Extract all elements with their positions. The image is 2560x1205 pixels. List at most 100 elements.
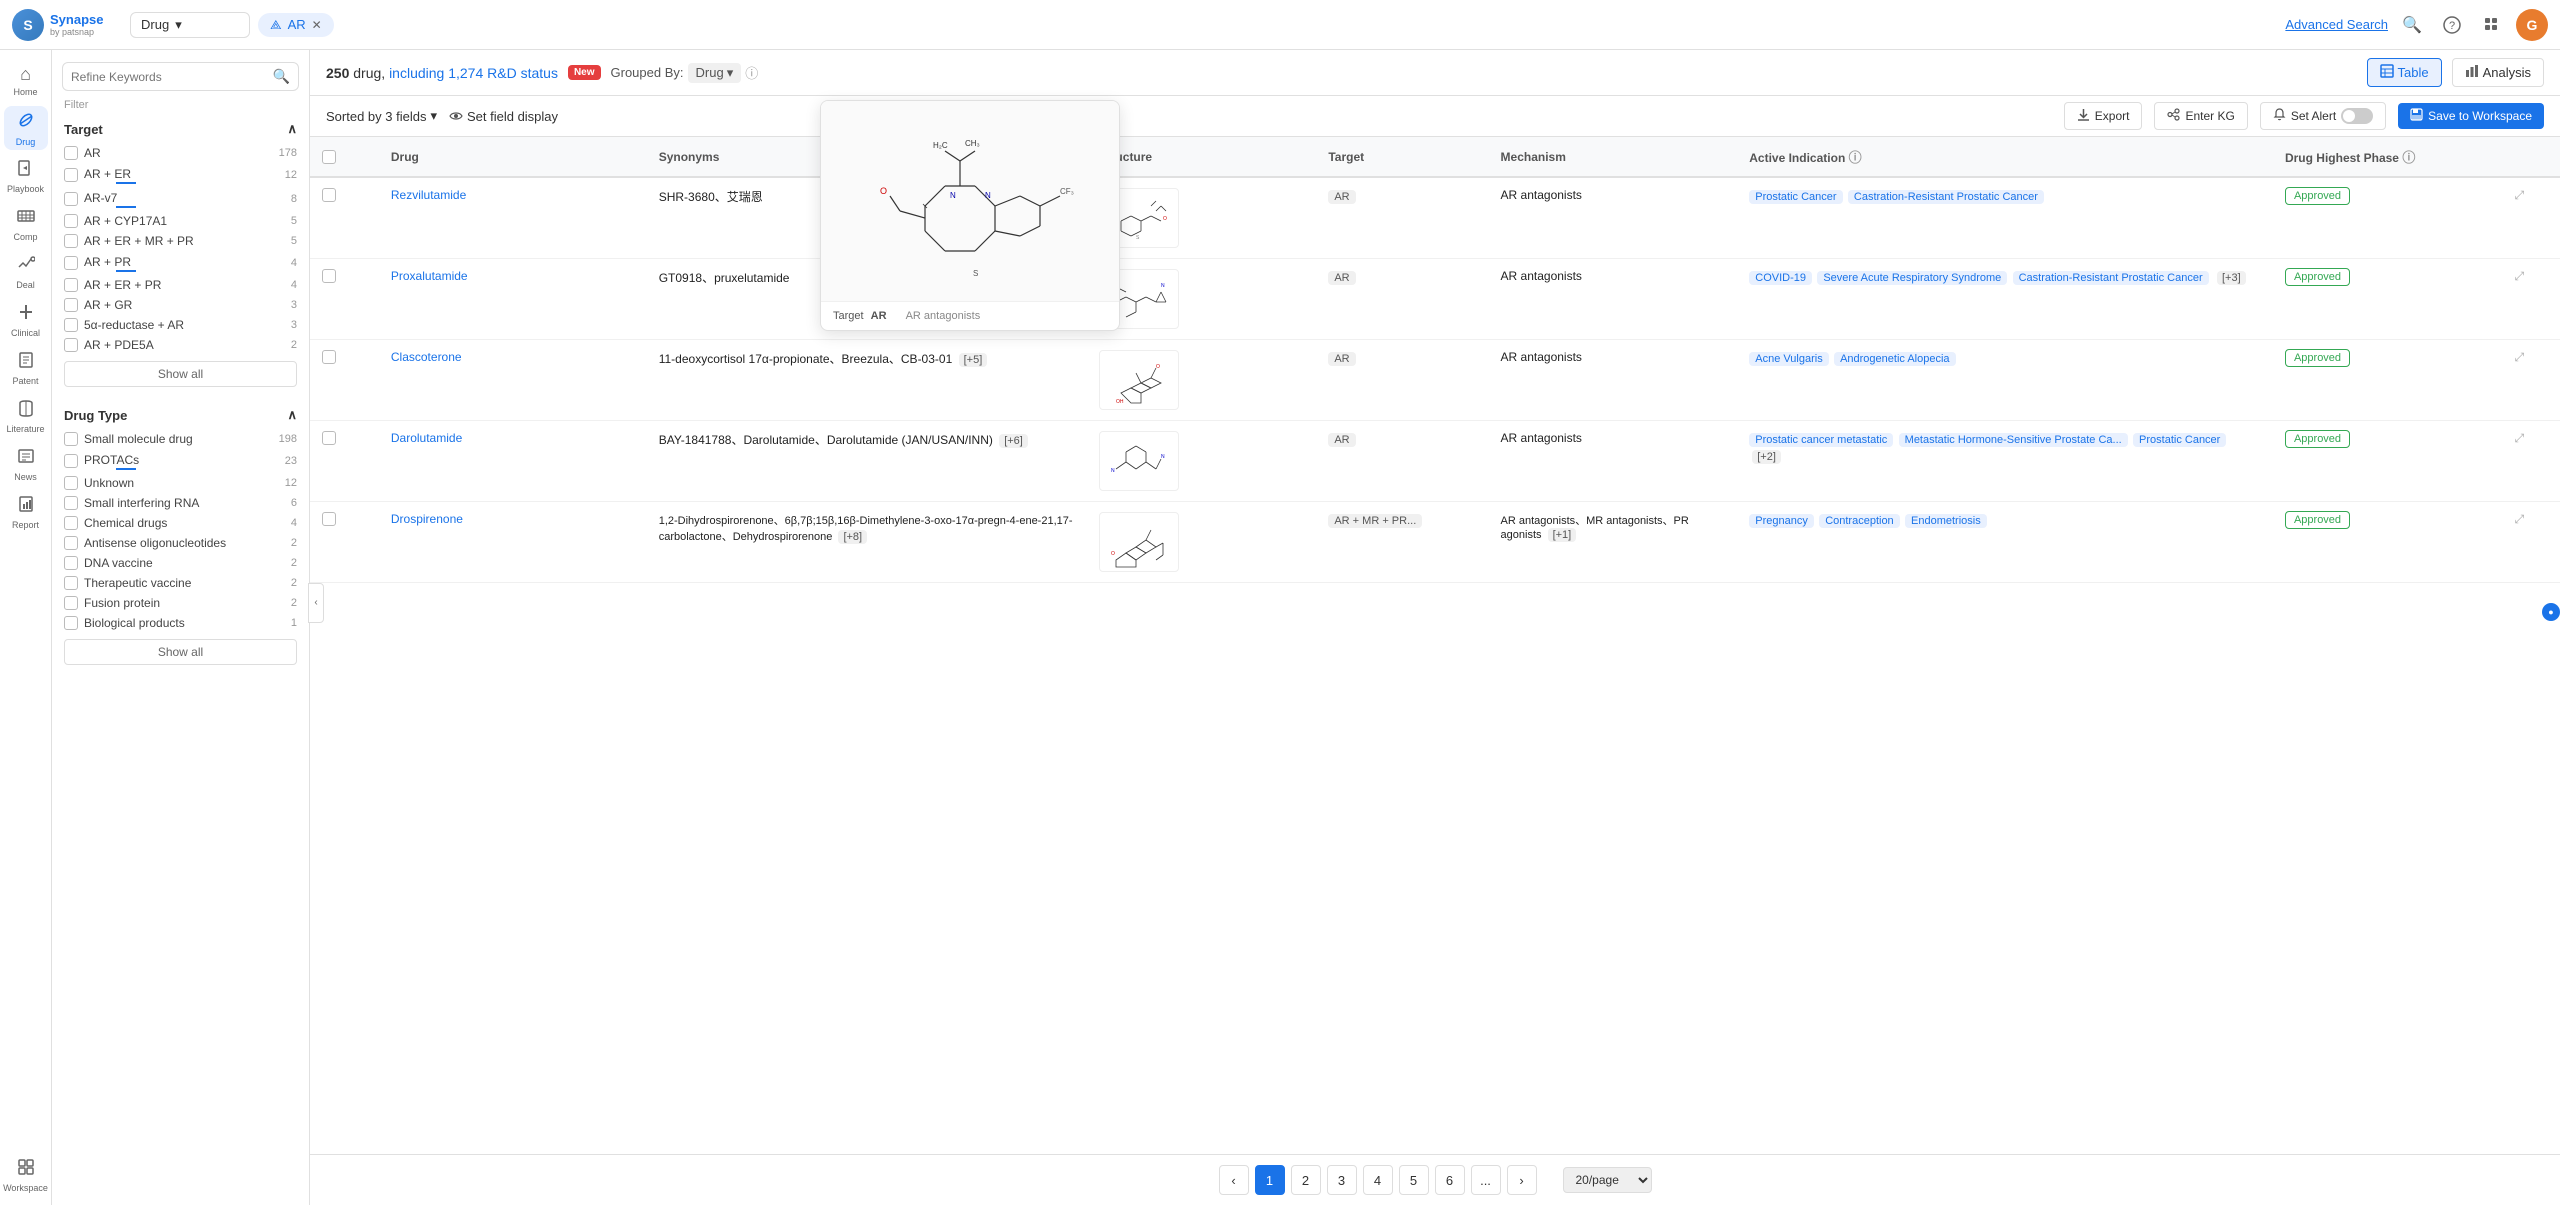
set-alert-toggle[interactable] (2341, 108, 2373, 124)
page-size-selector[interactable]: 20/page 50/page 100/page (1563, 1167, 1652, 1193)
drug-link-drospirenone[interactable]: Drospirenone (391, 512, 463, 526)
sidebar-item-report[interactable]: Report (4, 490, 48, 534)
prev-page-button[interactable]: ‹ (1219, 1165, 1249, 1195)
table-view-button[interactable]: Table (2367, 58, 2442, 87)
row-expand-2[interactable]: ⤢ (2503, 259, 2560, 340)
next-page-button[interactable]: › (1507, 1165, 1537, 1195)
expand-icon-2[interactable]: ⤢ (2515, 269, 2525, 283)
expand-icon-5[interactable]: ⤢ (2515, 512, 2525, 526)
row-check-1[interactable] (310, 177, 379, 259)
row-structure-5[interactable]: O (1087, 502, 1317, 583)
page-button-6[interactable]: 6 (1435, 1165, 1465, 1195)
analysis-view-button[interactable]: Analysis (2452, 58, 2544, 87)
expand-icon-3[interactable]: ⤢ (2515, 350, 2525, 364)
checkbox-ar-pde5a[interactable] (64, 338, 78, 352)
logo[interactable]: S Synapse by patsnap (12, 9, 122, 41)
filter-item-5ar-ar[interactable]: 5α-reductase + AR 3 (52, 315, 309, 335)
checkbox-ar[interactable] (64, 146, 78, 160)
structure-image-4[interactable]: N N (1099, 431, 1179, 491)
user-avatar[interactable]: G (2516, 9, 2548, 41)
structure-image-3[interactable]: O OH (1099, 350, 1179, 410)
checkbox-small-mol[interactable] (64, 432, 78, 446)
apps-icon-button[interactable] (2476, 9, 2508, 41)
indication-info-icon[interactable]: ⓘ (1849, 150, 1862, 165)
row-structure-4[interactable]: N N (1087, 421, 1317, 502)
checkbox-chemical[interactable] (64, 516, 78, 530)
select-all-checkbox[interactable] (322, 150, 336, 164)
grouped-by-info-icon[interactable]: ⓘ (745, 63, 758, 82)
filter-item-protacs[interactable]: PROTACs 23 (52, 449, 309, 473)
row-expand-5[interactable]: ⤢ (2503, 502, 2560, 583)
filter-item-ar-v7[interactable]: AR-v7 8 (52, 187, 309, 211)
checkbox-therapeutic-vaccine[interactable] (64, 576, 78, 590)
row-checkbox-4[interactable] (322, 431, 336, 445)
checkbox-sirna[interactable] (64, 496, 78, 510)
export-button[interactable]: Export (2064, 102, 2143, 130)
sidebar-item-drug[interactable]: Drug (4, 106, 48, 150)
drug-link-clascoterone[interactable]: Clascoterone (391, 350, 462, 364)
sidebar-item-patent[interactable]: Patent (4, 346, 48, 390)
ar-tab[interactable]: ⟁ AR ✕ (258, 13, 334, 37)
checkbox-dna-vaccine[interactable] (64, 556, 78, 570)
filter-item-ar[interactable]: AR 178 (52, 143, 309, 163)
filter-item-ar-gr[interactable]: AR + GR 3 (52, 295, 309, 315)
checkbox-antisense[interactable] (64, 536, 78, 550)
grouped-by-selector[interactable]: Drug ▾ (688, 63, 742, 83)
row-structure-1[interactable]: O N S (1087, 177, 1317, 259)
checkbox-fusion-protein[interactable] (64, 596, 78, 610)
search-icon-button[interactable]: 🔍 (2396, 9, 2428, 41)
sort-button[interactable]: Sorted by 3 fields ▾ (326, 108, 437, 124)
page-button-4[interactable]: 4 (1363, 1165, 1393, 1195)
checkbox-ar-pr[interactable] (64, 256, 78, 270)
search-type-selector[interactable]: Drug ▾ (130, 12, 250, 38)
advanced-search-link[interactable]: Advanced Search (2285, 17, 2388, 32)
help-icon-button[interactable]: ? (2436, 9, 2468, 41)
filter-item-dna-vaccine[interactable]: DNA vaccine 2 (52, 553, 309, 573)
filter-section-header-target[interactable]: Target ∧ (52, 115, 309, 143)
side-panel-indicator[interactable]: ● (2542, 603, 2560, 621)
checkbox-unknown[interactable] (64, 476, 78, 490)
filter-item-ar-er-pr[interactable]: AR + ER + PR 4 (52, 275, 309, 295)
set-field-display-button[interactable]: Set field display (449, 109, 558, 124)
set-alert-button[interactable]: Set Alert (2260, 102, 2386, 130)
phase-info-icon[interactable]: ⓘ (2402, 150, 2415, 165)
enter-kg-button[interactable]: Enter KG (2154, 102, 2247, 130)
row-expand-3[interactable]: ⤢ (2503, 340, 2560, 421)
refine-keywords-input[interactable] (71, 70, 267, 84)
row-checkbox-3[interactable] (322, 350, 336, 364)
sidebar-item-clinical[interactable]: Clinical (4, 298, 48, 342)
page-button-5[interactable]: 5 (1399, 1165, 1429, 1195)
checkbox-ar-er[interactable] (64, 168, 78, 182)
checkbox-ar-cyp17a1[interactable] (64, 214, 78, 228)
filter-item-unknown[interactable]: Unknown 12 (52, 473, 309, 493)
page-button-3[interactable]: 3 (1327, 1165, 1357, 1195)
row-check-3[interactable] (310, 340, 379, 421)
drug-link-darolutamide[interactable]: Darolutamide (391, 431, 462, 445)
expand-icon-1[interactable]: ⤢ (2515, 188, 2525, 202)
expand-icon-4[interactable]: ⤢ (2515, 431, 2525, 445)
row-structure-3[interactable]: O OH (1087, 340, 1317, 421)
row-check-2[interactable] (310, 259, 379, 340)
sidebar-item-home[interactable]: ⌂ Home (4, 58, 48, 102)
checkbox-biological[interactable] (64, 616, 78, 630)
filter-section-header-drug-type[interactable]: Drug Type ∧ (52, 401, 309, 429)
page-button-2[interactable]: 2 (1291, 1165, 1321, 1195)
checkbox-ar-gr[interactable] (64, 298, 78, 312)
filter-item-ar-cyp17a1[interactable]: AR + CYP17A1 5 (52, 211, 309, 231)
save-to-workspace-button[interactable]: Save to Workspace (2398, 103, 2544, 129)
filter-item-antisense[interactable]: Antisense oligonucleotides 2 (52, 533, 309, 553)
filter-item-fusion-protein[interactable]: Fusion protein 2 (52, 593, 309, 613)
filter-item-biological[interactable]: Biological products 1 (52, 613, 309, 633)
show-all-drug-type-button[interactable]: Show all (64, 639, 297, 665)
sidebar-item-workspace[interactable]: Workspace (4, 1153, 48, 1197)
row-expand-1[interactable]: ⤢ (2503, 177, 2560, 259)
filter-item-sirna[interactable]: Small interfering RNA 6 (52, 493, 309, 513)
rd-status-link[interactable]: including 1,274 R&D status (389, 65, 558, 81)
filter-item-ar-pde5a[interactable]: AR + PDE5A 2 (52, 335, 309, 355)
row-check-4[interactable] (310, 421, 379, 502)
checkbox-ar-er-mr-pr[interactable] (64, 234, 78, 248)
filter-item-ar-pr[interactable]: AR + PR 4 (52, 251, 309, 275)
sidebar-item-deal[interactable]: Deal (4, 250, 48, 294)
structure-image-5[interactable]: O (1099, 512, 1179, 572)
drug-link-proxalutamide[interactable]: Proxalutamide (391, 269, 468, 283)
